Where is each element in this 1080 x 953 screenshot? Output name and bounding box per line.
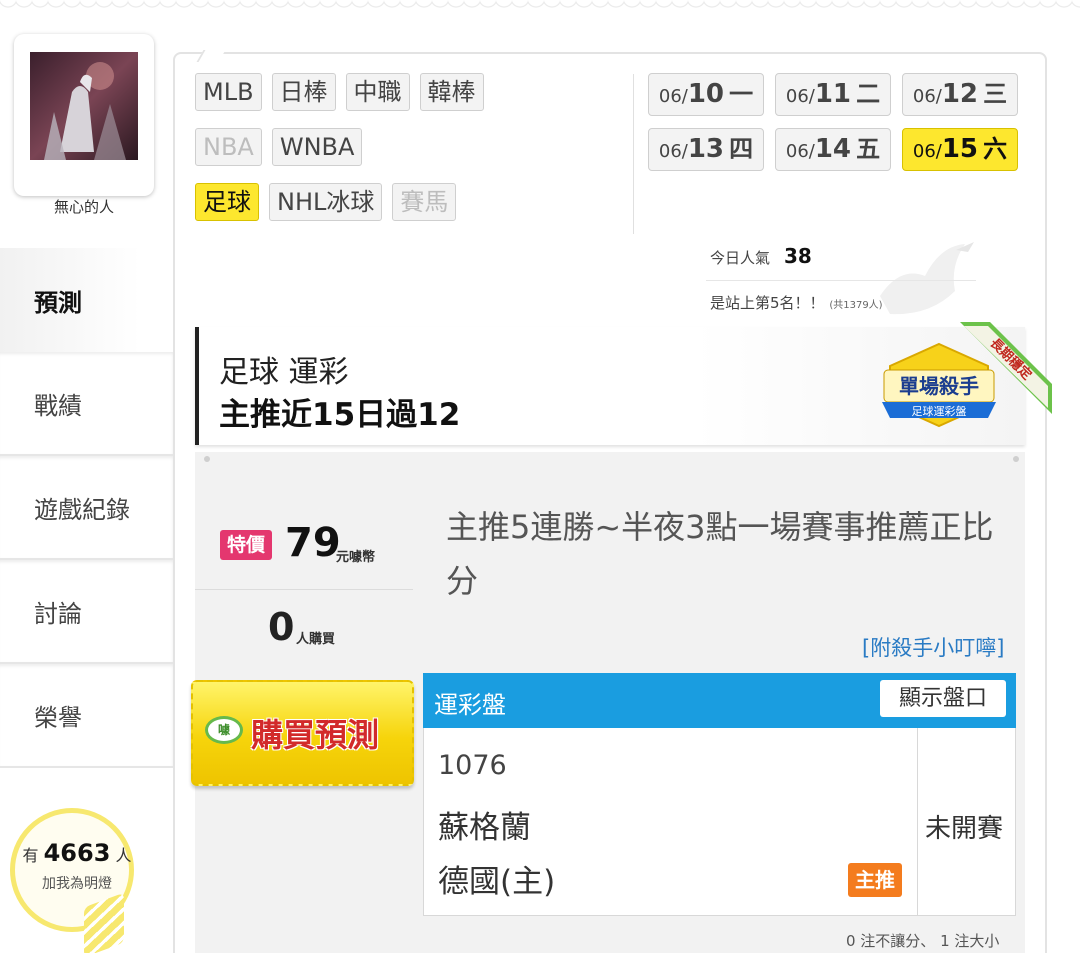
sport-chip-wnba[interactable]: WNBA	[271, 128, 363, 166]
buyers-count: 0	[268, 605, 295, 649]
date-day: 14	[814, 134, 852, 164]
date-month: 06/	[785, 86, 815, 107]
sport-chip-npb[interactable]: 日棒	[271, 73, 336, 111]
price-value: 79	[285, 520, 341, 566]
sport-chip-kbo[interactable]: 韓棒	[419, 73, 484, 111]
buy-prediction-label: 購買預測	[251, 716, 380, 754]
date-weekday: 六	[983, 135, 1008, 163]
top-wave-border	[0, 0, 1080, 18]
odds-column-divider	[917, 728, 918, 915]
rank-total: (共1379人)	[829, 300, 883, 311]
bird-watermark-icon	[880, 242, 974, 315]
date-day: 12	[941, 79, 979, 109]
nav-item-label: 榮譽	[34, 703, 82, 732]
date-month: 06/	[912, 86, 942, 107]
nav-item-discussion[interactable]: 討論	[0, 560, 175, 664]
buyers-unit: 人購買	[296, 632, 336, 647]
date-row-1: 06/10 一 06/11 二 06/12 三	[648, 73, 1018, 116]
page: 無心的人 預測 戰績 遊戲紀錄 討論 榮譽 有 4663 人 加我為明燈 MLB…	[0, 0, 1080, 953]
popularity-rank: 是站上第5名！！ (共1379人)	[710, 292, 883, 313]
date-row-2: 06/13 四 06/14 五 06/15 六	[648, 128, 1018, 171]
sport-chip-nba: NBA	[195, 128, 262, 166]
date-chip[interactable]: 06/10 一	[648, 73, 764, 116]
date-day: 15	[941, 134, 979, 164]
nav-item-label: 討論	[34, 599, 82, 628]
fans-caption: 加我為明燈	[42, 876, 112, 892]
killer-tips-link[interactable]: [附殺手小叮嚀]	[862, 632, 1004, 662]
date-chip[interactable]: 06/13 四	[648, 128, 764, 171]
show-odds-button[interactable]: 顯示盤口	[880, 680, 1006, 717]
nav-item-label: 預測	[34, 288, 82, 317]
record-title: 主推近15日過12	[219, 397, 461, 433]
price-unit: 元噱幣	[336, 550, 376, 565]
date-month: 06/	[658, 141, 688, 162]
popularity-today: 今日人氣 38	[710, 244, 812, 268]
date-chip[interactable]: 06/12 三	[902, 73, 1018, 116]
sport-chip-soccer[interactable]: 足球	[195, 183, 259, 221]
nav-item-record[interactable]: 戰績	[0, 352, 175, 456]
bet-footnote: 0 注不讓分、 1 注大小	[846, 932, 1000, 950]
avatar	[30, 52, 138, 160]
popularity-label: 今日人氣	[710, 249, 771, 267]
sport-chip-cpbl[interactable]: 中職	[345, 73, 410, 111]
screw-icon	[1013, 456, 1019, 462]
filter-divider	[633, 74, 634, 234]
sport-chip-mlb[interactable]: MLB	[195, 73, 262, 111]
rank-text: 是站上第5名！！	[710, 294, 825, 312]
long-term-ribbon-icon: 長期穩定	[960, 322, 1052, 414]
main-pick-badge: 主推	[848, 863, 902, 897]
date-chip-selected[interactable]: 06/15 六	[902, 128, 1018, 171]
special-price-tag: 特價	[220, 530, 272, 560]
date-weekday: 四	[729, 135, 754, 163]
sport-row-2: NBA WNBA	[195, 128, 625, 166]
date-month: 06/	[785, 141, 815, 162]
date-chip[interactable]: 06/11 二	[775, 73, 891, 116]
match-status: 未開賽	[925, 814, 1004, 844]
date-day: 13	[687, 134, 725, 164]
category-title: 足球 運彩	[219, 355, 349, 390]
date-weekday: 五	[856, 135, 881, 163]
nav-item-label: 遊戲紀錄	[34, 495, 130, 524]
nav-item-label: 戰績	[34, 391, 82, 420]
ribbon-label: 長期穩定	[987, 335, 1035, 383]
screw-icon	[204, 456, 210, 462]
date-chip[interactable]: 06/14 五	[775, 128, 891, 171]
prediction-description: 主推5連勝~半夜3點一場賽事推薦正比分	[446, 508, 994, 600]
match-id: 1076	[438, 750, 507, 781]
date-selector: 06/10 一 06/11 二 06/12 三 06/13 四 06/14 五 …	[648, 73, 1018, 183]
fans-suffix: 人	[115, 846, 132, 865]
buy-prediction-button[interactable]: 噱 購買預測	[191, 680, 414, 786]
date-month: 06/	[658, 86, 688, 107]
date-month: 06/	[912, 141, 942, 162]
date-weekday: 一	[729, 80, 754, 108]
home-team: 德國(主)	[438, 864, 556, 900]
sport-row-1: MLB 日棒 中職 韓棒	[195, 73, 625, 111]
sport-chip-nhl[interactable]: NHL冰球	[269, 183, 383, 221]
sport-chip-horse-racing: 賽馬	[392, 183, 457, 221]
avatar-card[interactable]	[14, 34, 154, 196]
date-day: 11	[814, 79, 852, 109]
popularity-value: 38	[784, 244, 812, 268]
fans-count-line: 有 4663 人	[15, 839, 139, 867]
popularity-divider	[706, 280, 976, 281]
nav-item-prediction[interactable]: 預測	[0, 248, 175, 352]
nav-item-honor[interactable]: 榮譽	[0, 664, 175, 768]
side-nav: 預測 戰績 遊戲紀錄 討論 榮譽	[0, 248, 175, 768]
username: 無心的人	[53, 198, 114, 216]
fans-prefix: 有	[22, 846, 39, 865]
badge-subtitle: 足球運彩盤	[912, 404, 967, 418]
away-team: 蘇格蘭	[438, 810, 531, 846]
sport-row-3: 足球 NHL冰球 賽馬	[195, 183, 625, 221]
date-day: 10	[687, 79, 725, 109]
nav-item-game-log[interactable]: 遊戲紀錄	[0, 456, 175, 560]
coin-icon: 噱	[205, 716, 243, 744]
odds-title: 運彩盤	[434, 691, 506, 719]
date-weekday: 二	[856, 80, 881, 108]
date-weekday: 三	[983, 80, 1008, 108]
fans-count: 4663	[43, 839, 111, 867]
sport-filter: MLB 日棒 中職 韓棒 NBA WNBA 足球 NHL冰球 賽馬	[195, 73, 625, 238]
